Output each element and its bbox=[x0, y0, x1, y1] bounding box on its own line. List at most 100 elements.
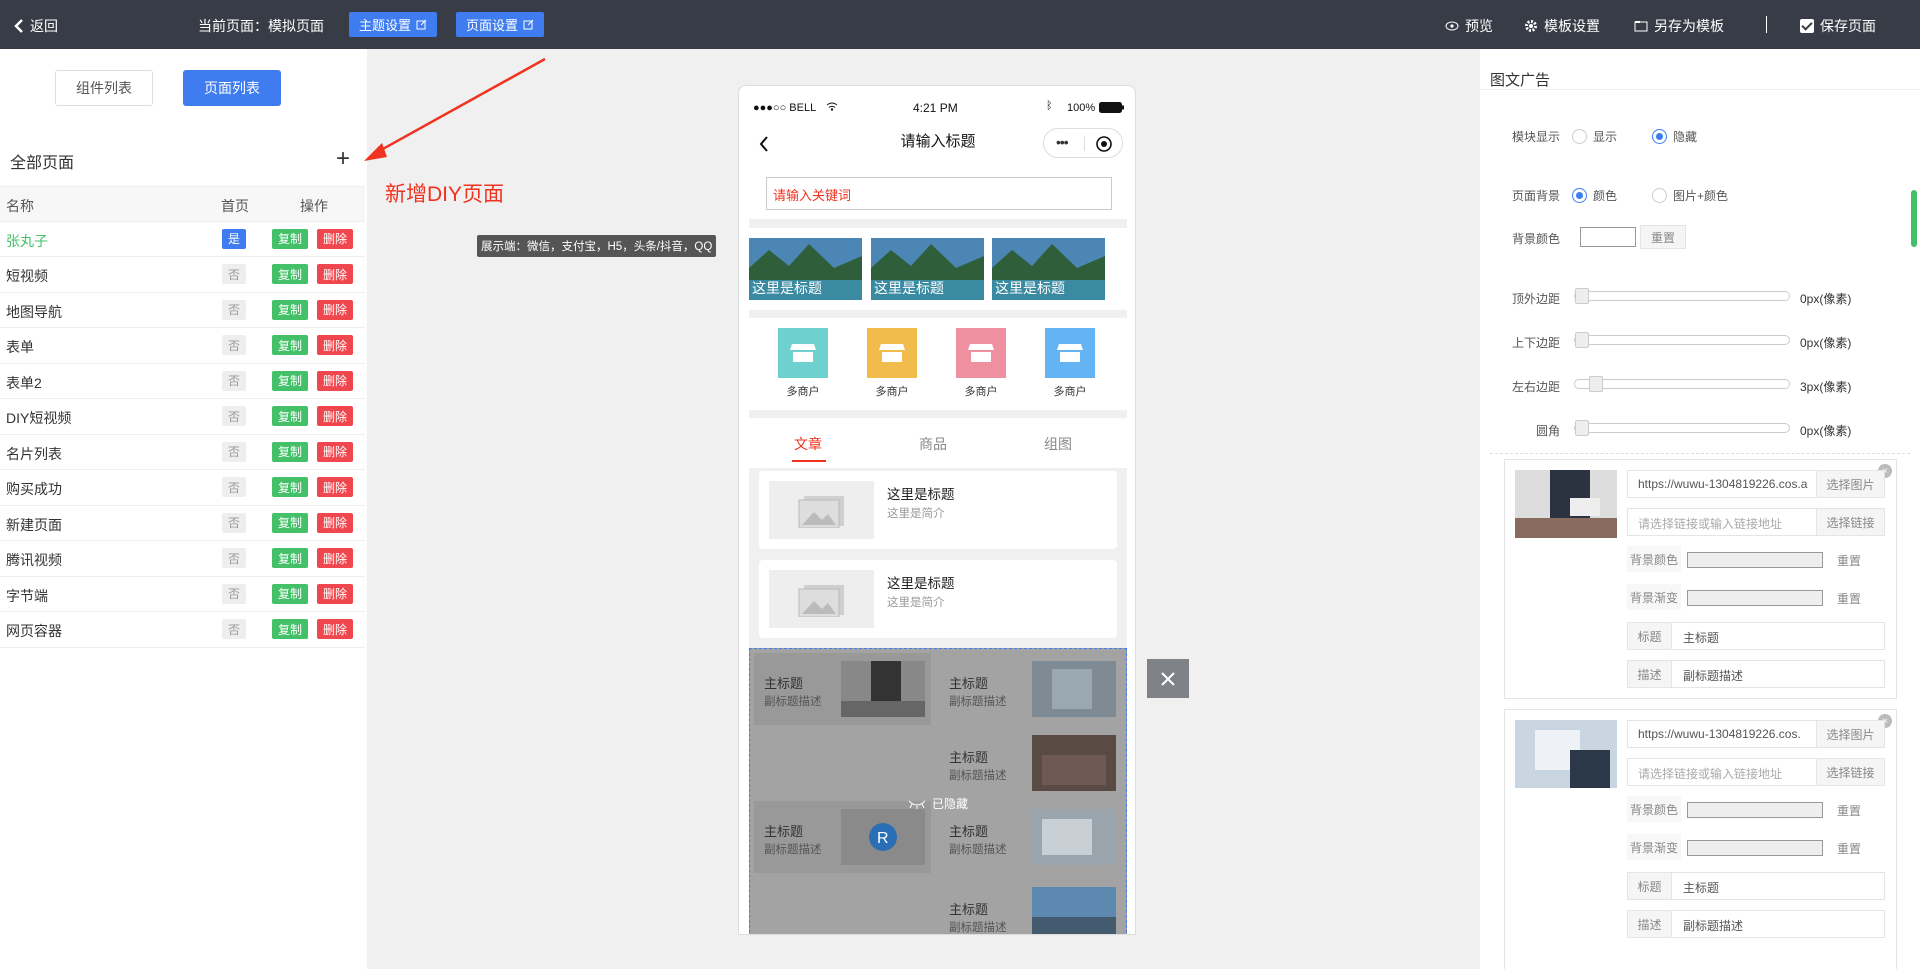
copy-button[interactable]: 复制 bbox=[272, 512, 308, 533]
choose-image-button[interactable]: 选择图片 bbox=[1816, 721, 1884, 747]
delete-button[interactable]: 删除 bbox=[317, 228, 353, 249]
top-margin-slider[interactable] bbox=[1574, 288, 1790, 304]
theme-settings-button[interactable]: 主题设置 bbox=[349, 12, 438, 37]
delete-button[interactable]: 删除 bbox=[317, 335, 353, 355]
page-name[interactable]: DIY短视频 bbox=[6, 408, 71, 428]
radius-slider[interactable] bbox=[1574, 420, 1790, 436]
ad-item-thumbnail[interactable] bbox=[1515, 720, 1617, 788]
desc-field[interactable]: 描述 副标题描述 bbox=[1627, 910, 1885, 938]
home-badge[interactable]: 否 bbox=[222, 477, 246, 497]
slider-handle[interactable] bbox=[1575, 420, 1589, 436]
table-row[interactable]: 表单2 否 复制 删除 bbox=[0, 364, 365, 399]
page-name[interactable]: 新建页面 bbox=[6, 515, 62, 535]
page-settings-button[interactable]: 页面设置 bbox=[456, 12, 545, 37]
copy-button[interactable]: 复制 bbox=[272, 619, 308, 639]
search-input[interactable]: 请输入关键词 bbox=[766, 177, 1112, 210]
bg-gradient-reset[interactable]: 重置 bbox=[1837, 840, 1861, 857]
table-row[interactable]: 表单 否 复制 删除 bbox=[0, 328, 365, 364]
delete-button[interactable]: 删除 bbox=[317, 477, 353, 497]
home-badge[interactable]: 否 bbox=[222, 299, 246, 320]
delete-button[interactable]: 删除 bbox=[317, 264, 353, 284]
home-badge[interactable]: 否 bbox=[222, 264, 246, 284]
tab-pages[interactable]: 页面列表 bbox=[183, 70, 281, 106]
desc-field[interactable]: 描述 副标题描述 bbox=[1627, 660, 1885, 688]
home-badge[interactable]: 是 bbox=[222, 228, 246, 249]
slider-handle[interactable] bbox=[1575, 288, 1589, 304]
tab-products[interactable]: 商品 bbox=[919, 434, 947, 454]
home-badge[interactable]: 否 bbox=[222, 548, 246, 568]
table-row[interactable]: 张丸子 是 复制 删除 bbox=[0, 222, 365, 257]
table-row[interactable]: 短视频 否 复制 删除 bbox=[0, 257, 365, 293]
table-row[interactable]: 购买成功 否 复制 删除 bbox=[0, 470, 365, 506]
bg-gradient-swatch[interactable] bbox=[1687, 590, 1823, 606]
copy-button[interactable]: 复制 bbox=[272, 370, 308, 391]
page-name[interactable]: 地图导航 bbox=[6, 302, 62, 322]
copy-button[interactable]: 复制 bbox=[272, 264, 308, 284]
radio-hide[interactable]: 隐藏 bbox=[1652, 128, 1697, 145]
merchant-item[interactable]: 多商户 bbox=[1045, 328, 1095, 399]
choose-image-button[interactable]: 选择图片 bbox=[1816, 471, 1884, 497]
delete-button[interactable]: 删除 bbox=[317, 370, 353, 391]
banner-image[interactable]: 这里是标题 bbox=[871, 238, 984, 300]
link-field[interactable]: 请选择链接或输入链接地址 选择链接 bbox=[1627, 508, 1885, 536]
ad-item-thumbnail[interactable] bbox=[1515, 470, 1617, 538]
home-badge[interactable]: 否 bbox=[222, 370, 246, 391]
merchant-item[interactable]: 多商户 bbox=[956, 328, 1006, 399]
more-icon[interactable]: ••• bbox=[1056, 134, 1069, 150]
ad-cell[interactable]: 主标题 副标题描述 bbox=[754, 653, 931, 725]
bg-color-reset[interactable]: 重置 bbox=[1837, 802, 1861, 819]
table-row[interactable]: 网页容器 否 复制 删除 bbox=[0, 612, 365, 648]
copy-button[interactable]: 复制 bbox=[272, 335, 308, 355]
table-row[interactable]: 腾讯视频 否 复制 删除 bbox=[0, 541, 365, 577]
slider-handle[interactable] bbox=[1575, 332, 1589, 348]
image-url-field[interactable]: https://wuwu-1304819226.cos. 选择图片 bbox=[1627, 720, 1885, 748]
bg-color-reset-button[interactable]: 重置 bbox=[1640, 225, 1686, 249]
title-field[interactable]: 标题 主标题 bbox=[1627, 872, 1885, 900]
bg-gradient-swatch[interactable] bbox=[1687, 840, 1823, 856]
radio-color[interactable]: 颜色 bbox=[1572, 187, 1617, 204]
bg-color-swatch[interactable] bbox=[1687, 802, 1823, 818]
close-button[interactable] bbox=[1147, 659, 1189, 698]
banner-image[interactable]: 这里是标题 bbox=[992, 238, 1105, 300]
preview-button[interactable]: 预览 bbox=[1445, 16, 1493, 36]
bg-color-swatch[interactable] bbox=[1687, 552, 1823, 568]
save-page-button[interactable]: 保存页面 bbox=[1800, 16, 1876, 36]
hidden-image-ad-block[interactable]: 主标题 副标题描述 主标题 副标题描述 主标题 副标题描述 主标题 副标题描述 R 主标题… bbox=[749, 648, 1127, 934]
home-badge[interactable]: 否 bbox=[222, 619, 246, 639]
article-item[interactable]: 这里是标题 这里是简介 bbox=[759, 560, 1117, 638]
choose-link-button[interactable]: 选择链接 bbox=[1816, 509, 1884, 535]
slider-handle[interactable] bbox=[1589, 376, 1603, 392]
tab-components[interactable]: 组件列表 bbox=[55, 70, 153, 106]
scrollbar[interactable] bbox=[1911, 190, 1917, 247]
bg-color-reset[interactable]: 重置 bbox=[1837, 552, 1861, 569]
tb-margin-slider[interactable] bbox=[1574, 332, 1790, 348]
page-name[interactable]: 短视频 bbox=[6, 266, 48, 286]
radio-image-color[interactable]: 图片+颜色 bbox=[1652, 187, 1728, 204]
copy-button[interactable]: 复制 bbox=[272, 548, 308, 568]
ad-cell[interactable]: 主标题 副标题描述 bbox=[939, 653, 1122, 719]
page-name[interactable]: 腾讯视频 bbox=[6, 550, 62, 570]
page-name[interactable]: 字节端 bbox=[6, 586, 48, 606]
title-field[interactable]: 标题 主标题 bbox=[1627, 622, 1885, 650]
target-icon[interactable] bbox=[1095, 135, 1113, 153]
delete-button[interactable]: 删除 bbox=[317, 441, 353, 462]
home-badge[interactable]: 否 bbox=[222, 512, 246, 533]
page-name[interactable]: 表单2 bbox=[6, 373, 42, 393]
tab-articles[interactable]: 文章 bbox=[794, 434, 822, 454]
tab-gallery[interactable]: 组图 bbox=[1044, 434, 1072, 454]
choose-link-button[interactable]: 选择链接 bbox=[1816, 759, 1884, 785]
image-url-field[interactable]: https://wuwu-1304819226.cos.a 选择图片 bbox=[1627, 470, 1885, 498]
home-badge[interactable]: 否 bbox=[222, 406, 246, 426]
ad-cell[interactable]: 主标题 副标题描述 bbox=[939, 727, 1122, 793]
template-settings-button[interactable]: 模板设置 bbox=[1524, 16, 1600, 36]
table-row[interactable]: 新建页面 否 复制 删除 bbox=[0, 506, 365, 541]
radio-show[interactable]: 显示 bbox=[1572, 128, 1617, 145]
home-badge[interactable]: 否 bbox=[222, 335, 246, 355]
copy-button[interactable]: 复制 bbox=[272, 583, 308, 604]
delete-button[interactable]: 删除 bbox=[317, 548, 353, 568]
capsule-menu[interactable]: ••• bbox=[1043, 128, 1123, 158]
link-field[interactable]: 请选择链接或输入链接地址 选择链接 bbox=[1627, 758, 1885, 786]
page-name[interactable]: 名片列表 bbox=[6, 444, 62, 464]
lr-margin-slider[interactable] bbox=[1574, 376, 1790, 392]
table-row[interactable]: 名片列表 否 复制 删除 bbox=[0, 435, 365, 470]
